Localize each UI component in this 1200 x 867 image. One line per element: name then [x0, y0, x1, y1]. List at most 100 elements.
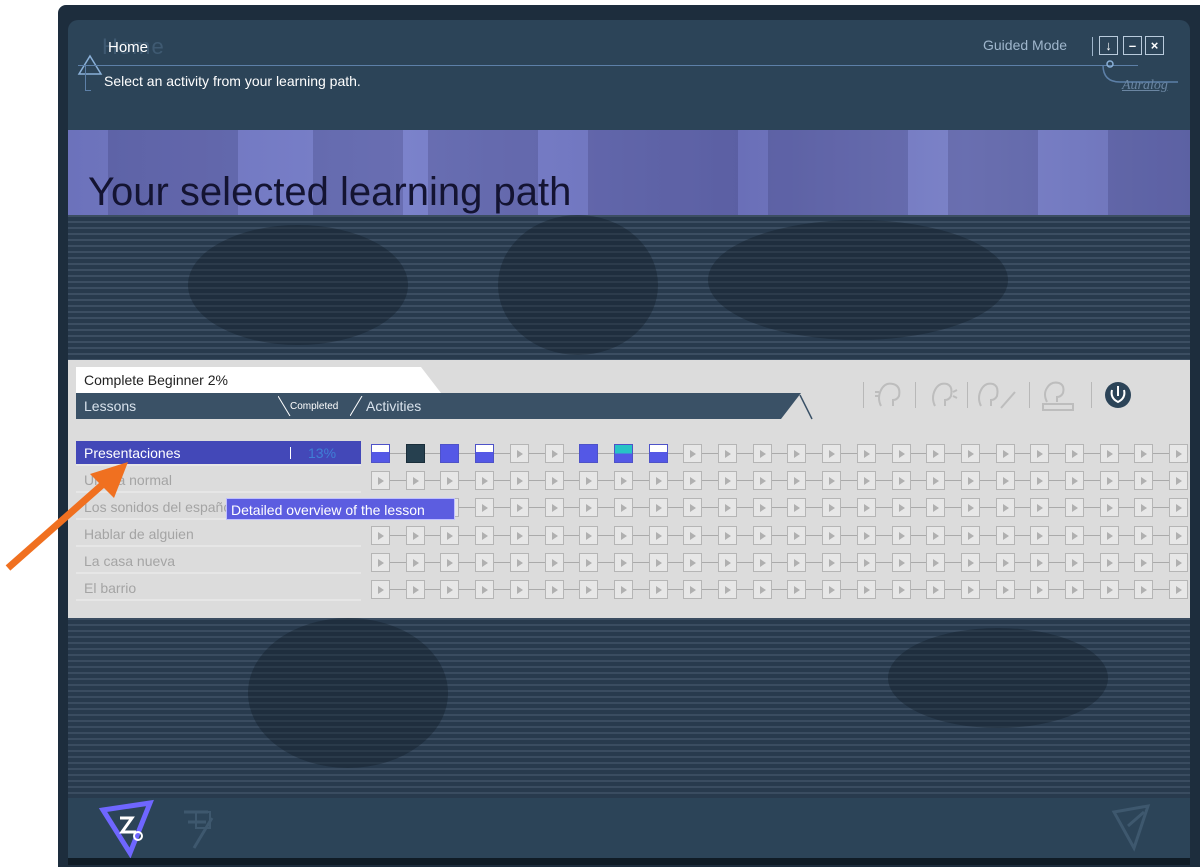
activity-cell[interactable]: [475, 471, 494, 490]
activity-cell[interactable]: [1134, 526, 1153, 545]
activity-cell[interactable]: [787, 498, 806, 517]
activity-cell[interactable]: [1134, 444, 1153, 463]
activity-cell[interactable]: [1030, 444, 1049, 463]
activity-cell[interactable]: [371, 444, 390, 463]
activity-cell[interactable]: [545, 526, 564, 545]
activity-cell[interactable]: [1030, 471, 1049, 490]
activity-cell[interactable]: [961, 553, 980, 572]
activity-cell[interactable]: [649, 444, 668, 463]
activity-cell[interactable]: [787, 553, 806, 572]
activity-cell[interactable]: [683, 553, 702, 572]
activity-cell[interactable]: [1100, 580, 1119, 599]
activity-cell[interactable]: [753, 553, 772, 572]
download-button[interactable]: ↓: [1099, 36, 1118, 55]
activity-cell[interactable]: [1030, 553, 1049, 572]
activity-cell[interactable]: [1169, 580, 1188, 599]
activity-cell[interactable]: [892, 471, 911, 490]
activity-cell[interactable]: [822, 498, 841, 517]
activity-cell[interactable]: [579, 444, 598, 463]
activity-cell[interactable]: [822, 471, 841, 490]
activity-cell[interactable]: [649, 580, 668, 599]
activity-cell[interactable]: [614, 444, 633, 463]
activity-cell[interactable]: [1169, 553, 1188, 572]
activity-cell[interactable]: [475, 526, 494, 545]
activity-cell[interactable]: [475, 553, 494, 572]
activity-cell[interactable]: [683, 444, 702, 463]
activity-cell[interactable]: [545, 580, 564, 599]
dictation-icon[interactable]: [1039, 378, 1079, 412]
activity-cell[interactable]: [753, 580, 772, 599]
activity-cell[interactable]: [961, 580, 980, 599]
activity-cell[interactable]: [579, 553, 598, 572]
activity-cell[interactable]: [892, 498, 911, 517]
activity-cell[interactable]: [406, 444, 425, 463]
activity-cell[interactable]: [718, 526, 737, 545]
activity-cell[interactable]: [614, 471, 633, 490]
activity-cell[interactable]: [614, 526, 633, 545]
activity-cell[interactable]: [371, 471, 390, 490]
activity-cell[interactable]: [892, 580, 911, 599]
activity-cell[interactable]: [822, 553, 841, 572]
lesson-overview-icon[interactable]: [176, 798, 236, 858]
activity-cell[interactable]: [579, 580, 598, 599]
activity-cell[interactable]: [1134, 553, 1153, 572]
guided-mode-label[interactable]: Guided Mode: [983, 37, 1067, 53]
activity-cell[interactable]: [1169, 444, 1188, 463]
learning-path-icon[interactable]: [98, 798, 158, 858]
activity-cell[interactable]: [579, 526, 598, 545]
activity-cell[interactable]: [1030, 526, 1049, 545]
activity-cell[interactable]: [649, 526, 668, 545]
activity-cell[interactable]: [961, 498, 980, 517]
activity-cell[interactable]: [857, 526, 876, 545]
activity-cell[interactable]: [1134, 471, 1153, 490]
activity-cell[interactable]: [649, 553, 668, 572]
activity-cell[interactable]: [440, 526, 459, 545]
activity-cell[interactable]: [753, 471, 772, 490]
activity-cell[interactable]: [406, 553, 425, 572]
activity-cell[interactable]: [961, 471, 980, 490]
activity-cell[interactable]: [1100, 444, 1119, 463]
activity-cell[interactable]: [892, 526, 911, 545]
activity-cell[interactable]: [579, 471, 598, 490]
activity-cell[interactable]: [649, 471, 668, 490]
activity-cell[interactable]: [683, 471, 702, 490]
activity-cell[interactable]: [440, 444, 459, 463]
activity-cell[interactable]: [683, 526, 702, 545]
activity-cell[interactable]: [579, 498, 598, 517]
listen-icon[interactable]: [873, 378, 907, 412]
activity-cell[interactable]: [1065, 526, 1084, 545]
activity-cell[interactable]: [961, 526, 980, 545]
activity-cell[interactable]: [857, 580, 876, 599]
activity-cell[interactable]: [857, 498, 876, 517]
activity-cell[interactable]: [787, 471, 806, 490]
activity-cell[interactable]: [926, 444, 945, 463]
activity-cell[interactable]: [510, 526, 529, 545]
activity-cell[interactable]: [718, 498, 737, 517]
activity-cell[interactable]: [1169, 526, 1188, 545]
activity-cell[interactable]: [510, 580, 529, 599]
activity-cell[interactable]: [545, 444, 564, 463]
activity-cell[interactable]: [996, 471, 1015, 490]
activity-cell[interactable]: [718, 553, 737, 572]
activity-cell[interactable]: [510, 471, 529, 490]
activity-cell[interactable]: [614, 498, 633, 517]
activity-cell[interactable]: [510, 553, 529, 572]
exit-icon[interactable]: [1101, 378, 1135, 412]
activity-cell[interactable]: [1169, 498, 1188, 517]
activity-cell[interactable]: [718, 580, 737, 599]
activity-cell[interactable]: [892, 444, 911, 463]
activity-cell[interactable]: [926, 526, 945, 545]
activity-cell[interactable]: [371, 553, 390, 572]
activity-cell[interactable]: [1065, 444, 1084, 463]
activity-cell[interactable]: [614, 580, 633, 599]
activity-cell[interactable]: [822, 526, 841, 545]
activity-cell[interactable]: [1134, 580, 1153, 599]
write-icon[interactable]: [975, 378, 1021, 412]
activity-cell[interactable]: [718, 471, 737, 490]
tools-icon[interactable]: [1106, 798, 1166, 858]
activity-cell[interactable]: [406, 471, 425, 490]
activity-cell[interactable]: [787, 580, 806, 599]
activity-cell[interactable]: [1134, 498, 1153, 517]
activity-cell[interactable]: [753, 526, 772, 545]
activity-cell[interactable]: [926, 553, 945, 572]
